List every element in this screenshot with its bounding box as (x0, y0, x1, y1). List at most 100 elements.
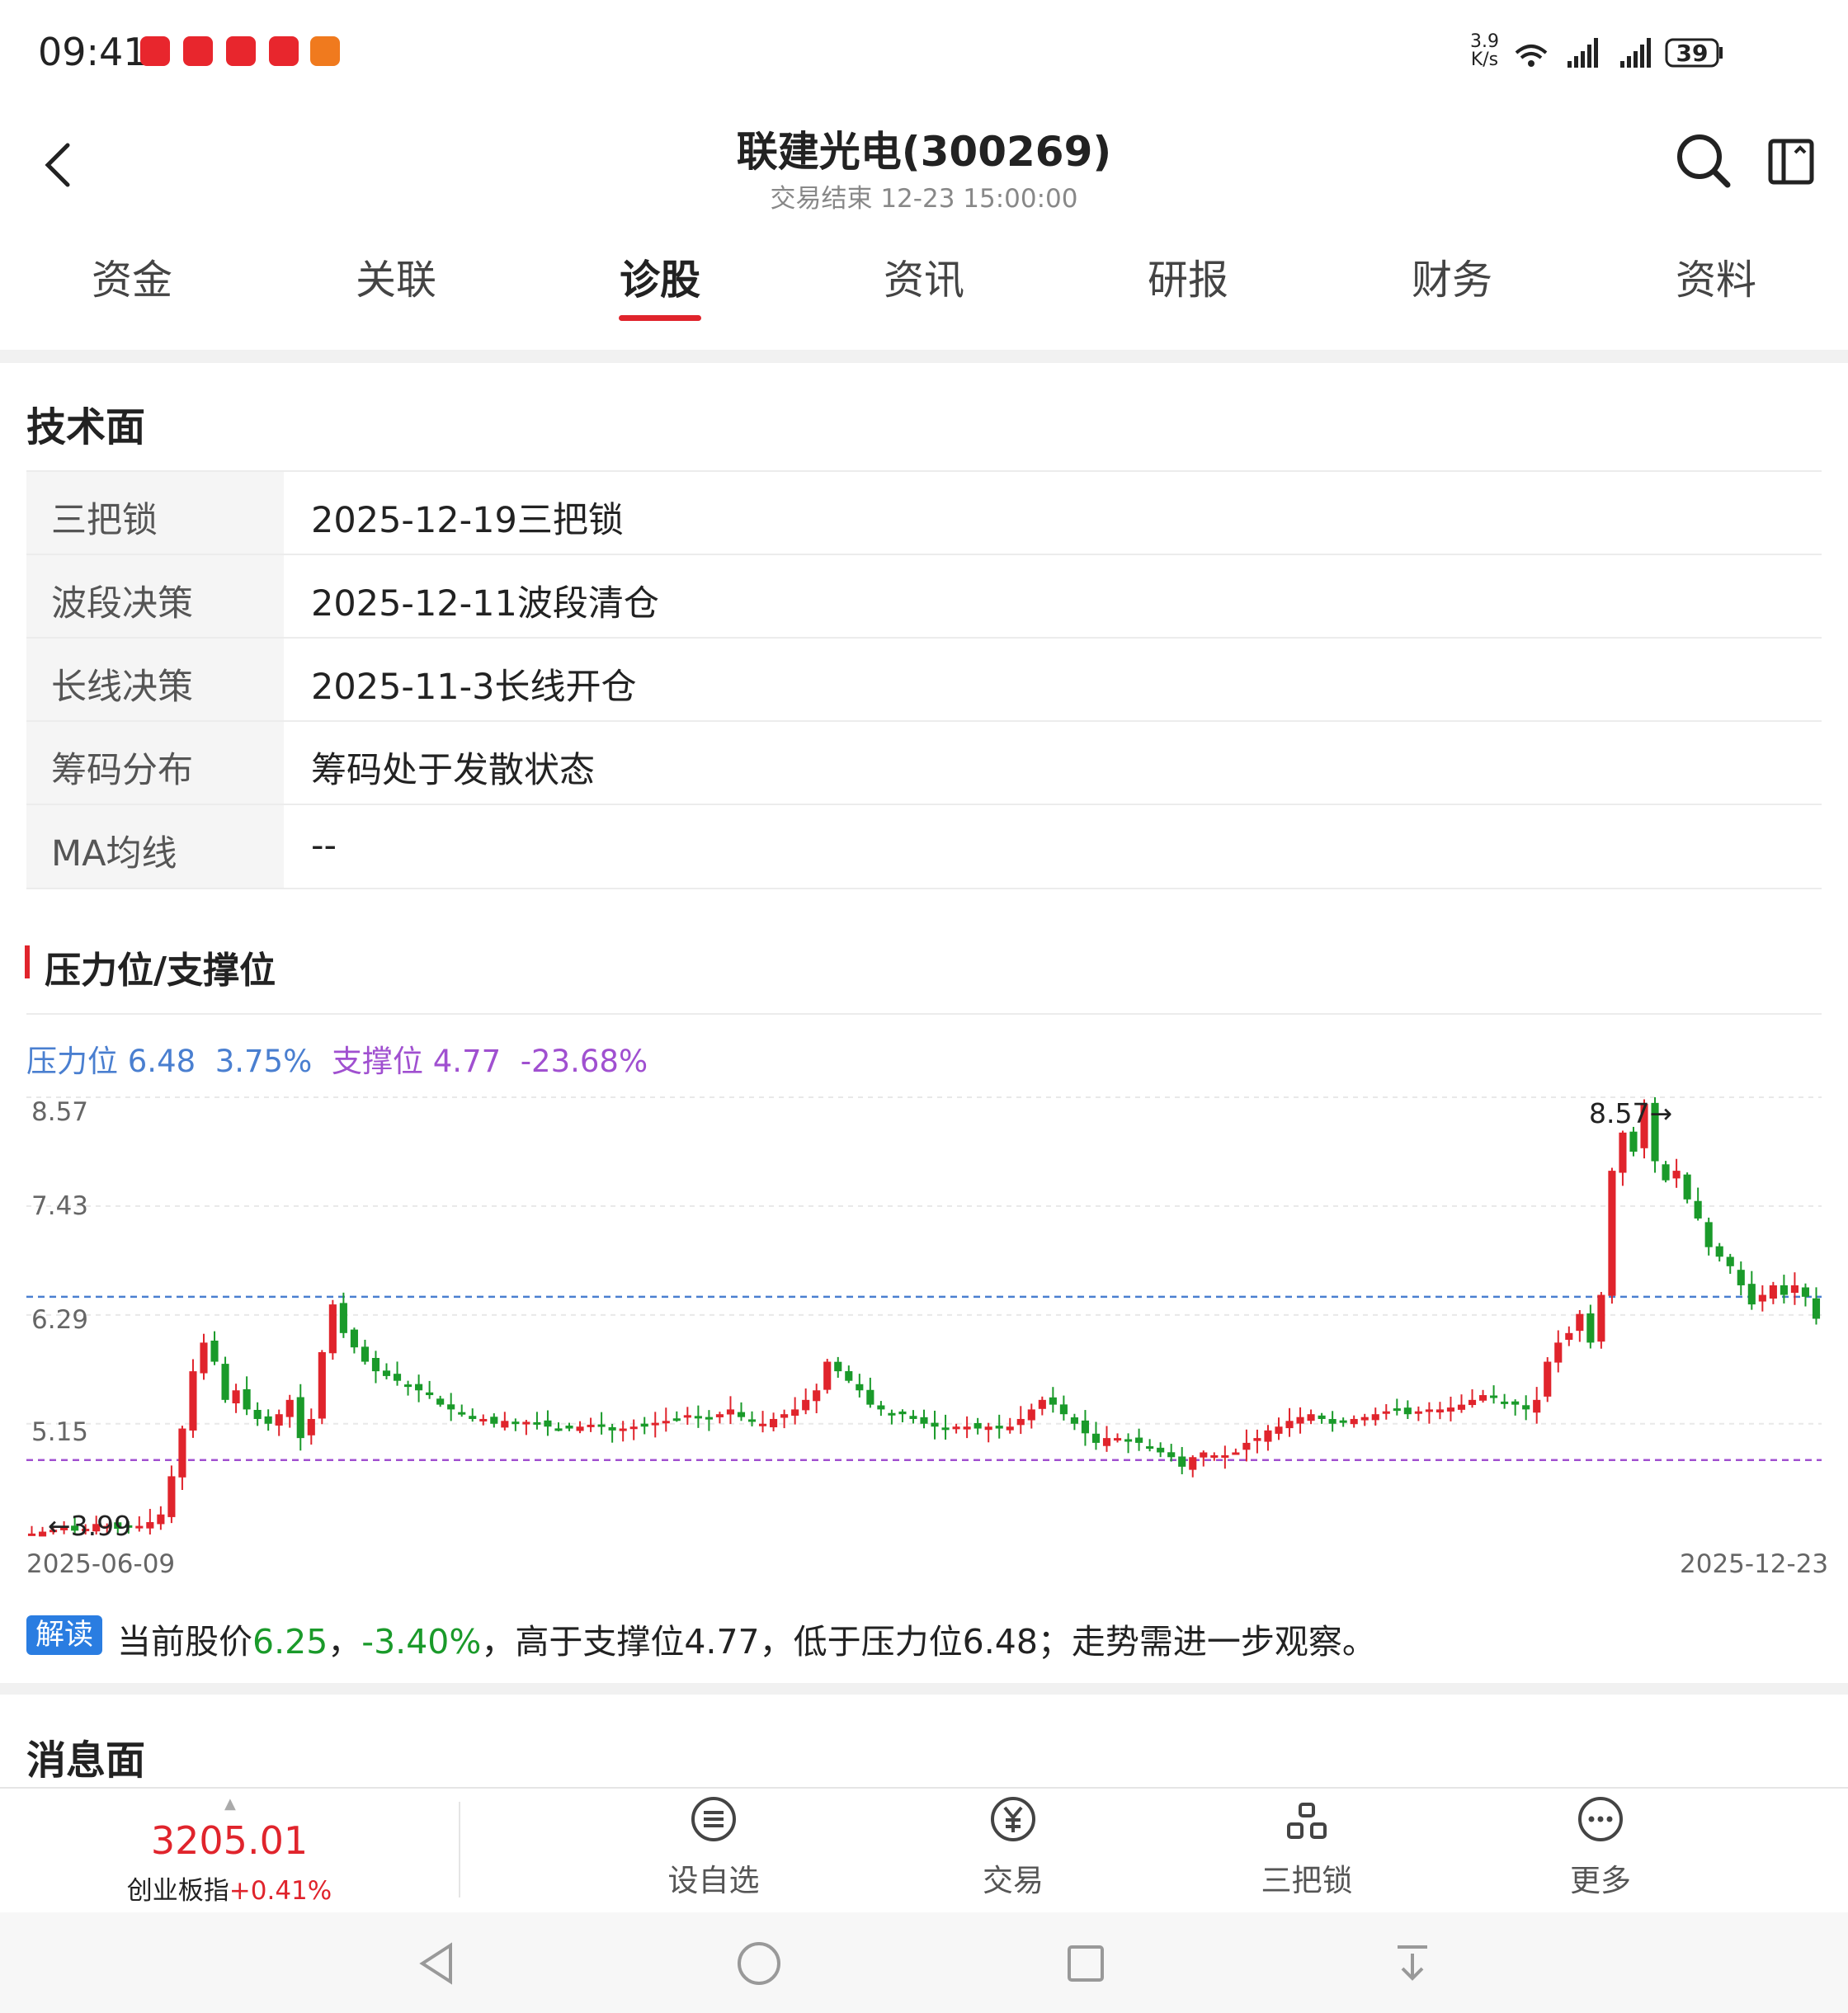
candle-body (995, 1426, 1003, 1429)
candle-body (941, 1427, 950, 1431)
candle-body (1662, 1164, 1670, 1181)
candle-body (1393, 1408, 1401, 1412)
candle-body (243, 1388, 251, 1410)
candle-body (512, 1421, 520, 1425)
y-tick-label: 8.57 (31, 1097, 89, 1127)
candle-body (1049, 1397, 1057, 1405)
three-locks-button[interactable]: 三把锁 (1216, 1794, 1398, 1900)
index-ticker[interactable]: ▲ 3205.01 创业板指+0.41% (0, 1792, 459, 1907)
candle-body (813, 1390, 821, 1402)
nav-home-icon[interactable] (734, 1939, 784, 1988)
candle-body (1038, 1399, 1046, 1409)
candle-body (619, 1428, 627, 1431)
row-label: 长线决策 (51, 667, 193, 708)
tab-research[interactable]: 研报 (1056, 248, 1320, 306)
candle-body (1102, 1438, 1111, 1446)
candle-body (479, 1418, 488, 1421)
divider (0, 1683, 1848, 1695)
caret-up-icon: ▲ (224, 1795, 236, 1813)
nav-notification-icon[interactable] (1388, 1939, 1437, 1988)
candle-body (1200, 1452, 1208, 1458)
candle-body (1490, 1395, 1498, 1398)
candle-body (393, 1374, 402, 1381)
candle-body (1242, 1442, 1251, 1450)
candle-body (318, 1351, 326, 1419)
trade-button[interactable]: 交易 (922, 1794, 1104, 1900)
candle-body (221, 1364, 229, 1400)
candle-body (285, 1399, 294, 1417)
candle-body (38, 1531, 47, 1537)
candle-body (1576, 1313, 1584, 1332)
tab-profile[interactable]: 资料 (1584, 248, 1848, 306)
row-value: 筹码处于发散状态 (311, 750, 595, 791)
candle-body (587, 1424, 595, 1427)
table-row[interactable]: 筹码分布 筹码处于发散状态 (26, 720, 1822, 804)
table-row[interactable]: 三把锁 2025-12-19三把锁 (26, 470, 1822, 554)
candle-body (823, 1361, 832, 1390)
candle-body (361, 1346, 370, 1362)
candle-body (920, 1417, 928, 1424)
table-row[interactable]: MA均线 -- (26, 804, 1822, 889)
tab-funds[interactable]: 资金 (0, 248, 264, 306)
candle-body (770, 1418, 778, 1428)
candle-body (1586, 1313, 1595, 1343)
search-icon[interactable] (1675, 132, 1732, 190)
candle-body (845, 1371, 853, 1381)
candle-body (1715, 1246, 1723, 1257)
candle-body (1683, 1174, 1691, 1200)
button-label: 三把锁 (1261, 1863, 1353, 1898)
tab-finance[interactable]: 财务 (1320, 248, 1584, 306)
candle-body (1812, 1298, 1821, 1319)
candle-body (1769, 1285, 1777, 1299)
candle-body (1016, 1418, 1025, 1426)
net-speed-unit: K/s (1470, 50, 1499, 70)
candle-body (715, 1414, 724, 1417)
candle-body (1339, 1420, 1347, 1423)
candle-body (909, 1416, 917, 1419)
row-label: MA均线 (51, 833, 177, 874)
candle-body (371, 1358, 380, 1372)
candle-body (1629, 1131, 1638, 1152)
divider (0, 1787, 1848, 1789)
candle-body (544, 1420, 552, 1427)
candle-body (1533, 1399, 1541, 1413)
tab-diagnosis[interactable]: 诊股 (528, 248, 792, 306)
candle-body (856, 1384, 864, 1391)
candlestick-chart[interactable]: 8.57 7.43 6.29 5.15 8.57→ ←3.99 2025-06-… (0, 1072, 1848, 1579)
candle-body (404, 1384, 412, 1388)
more-button[interactable]: 更多 (1510, 1794, 1691, 1900)
candle-body (1478, 1395, 1487, 1401)
candle-body (1501, 1401, 1509, 1404)
candle-body (780, 1414, 789, 1418)
candle-body (565, 1426, 573, 1429)
system-nav-bar (0, 1912, 1848, 2013)
candle-body (1511, 1401, 1520, 1405)
tab-related[interactable]: 关联 (264, 248, 528, 306)
table-row[interactable]: 波段决策 2025-12-11波段清仓 (26, 554, 1822, 638)
candle-body (1425, 1409, 1433, 1412)
candle-body (339, 1303, 347, 1333)
tab-news[interactable]: 资讯 (792, 248, 1056, 306)
candle-body (350, 1329, 358, 1348)
candle-body (1167, 1452, 1176, 1458)
candle-body (1672, 1171, 1681, 1179)
candle-body (1758, 1294, 1766, 1302)
table-row[interactable]: 长线决策 2025-11-3长线开仓 (26, 637, 1822, 721)
candle-body (1070, 1417, 1078, 1424)
candle-body (1522, 1405, 1530, 1410)
candle-body (629, 1426, 638, 1430)
candle-body (1414, 1411, 1422, 1414)
switch-stock-icon[interactable] (1766, 136, 1817, 187)
candle-body (447, 1404, 455, 1410)
candle-body (1790, 1285, 1798, 1294)
row-value: 2025-11-3长线开仓 (311, 667, 637, 708)
candle-body (522, 1421, 530, 1425)
add-watchlist-button[interactable]: 设自选 (623, 1794, 804, 1900)
button-label: 设自选 (667, 1863, 760, 1898)
nav-back-icon[interactable] (412, 1939, 462, 1988)
list-icon (691, 1797, 736, 1841)
candle-body (1446, 1407, 1455, 1412)
interp-rest: ，高于支撑位4.77，低于压力位6.48；走势需进一步观察。 (481, 1622, 1376, 1662)
candle-body (747, 1419, 757, 1422)
nav-recents-icon[interactable] (1061, 1939, 1110, 1988)
